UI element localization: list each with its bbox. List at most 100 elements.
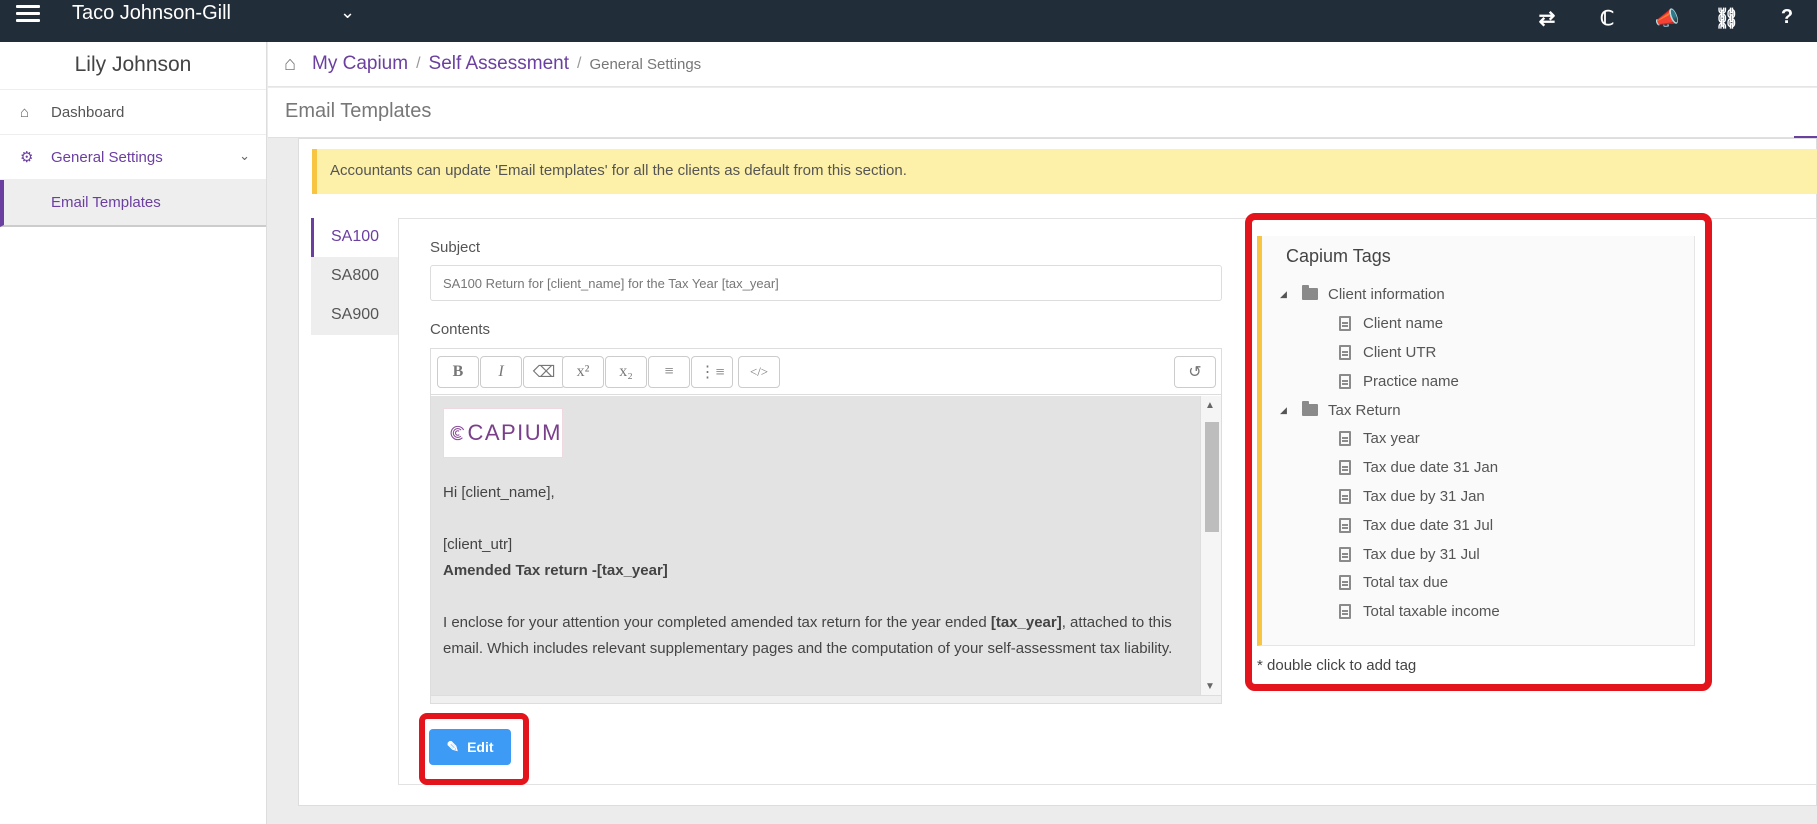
editor-resize-handle[interactable]	[431, 695, 1221, 703]
file-icon	[1339, 517, 1351, 533]
tag-tax-due-by-31-jul[interactable]: Tax due by 31 Jul	[1339, 542, 1480, 566]
tag-tax-due-by-31-jan[interactable]: Tax due by 31 Jan	[1339, 484, 1485, 508]
tab-sa100[interactable]: SA100	[311, 218, 399, 257]
announcement-icon[interactable]: 📣	[1637, 6, 1697, 32]
tag-label: Practice name	[1363, 372, 1459, 390]
scrollbar-thumb[interactable]	[1205, 422, 1219, 532]
tag-group-client-information[interactable]: ◢ Client information	[1280, 282, 1445, 306]
subscript-button[interactable]: x₂	[605, 356, 647, 388]
superscript-button[interactable]: x²	[562, 356, 604, 388]
contents-label: Contents	[430, 321, 491, 338]
tag-client-name[interactable]: Client name	[1339, 311, 1443, 335]
bold-button[interactable]: B	[437, 356, 479, 388]
tag-label: Total tax due	[1363, 573, 1449, 591]
menu-icon[interactable]	[16, 5, 40, 25]
capium-tags-panel: Capium Tags ◢ Client information Client …	[1257, 236, 1695, 646]
home-icon: ⌂	[20, 103, 30, 121]
page-title-bar: Email Templates	[268, 88, 1817, 139]
transfer-icon[interactable]: ⇄	[1517, 6, 1577, 32]
help-icon[interactable]: ?	[1757, 6, 1817, 32]
sidebar-item-label: General Settings	[51, 148, 163, 166]
subject-input[interactable]	[430, 265, 1222, 301]
tag-client-utr[interactable]: Client UTR	[1339, 340, 1436, 364]
file-icon	[1339, 546, 1351, 562]
rich-text-editor: B I ⌫ x² x₂ ≡ ⋮≡ </> ↺ CAPIUM Hi [client	[430, 348, 1222, 704]
tag-total-taxable-income[interactable]: Total taxable income	[1339, 599, 1500, 623]
subject-label: Subject	[430, 239, 481, 256]
undo-icon[interactable]: ↺	[1174, 356, 1216, 388]
tag-tax-due-date-31-jan[interactable]: Tax due date 31 Jan	[1339, 455, 1498, 479]
tag-label: Client UTR	[1363, 343, 1437, 361]
tag-tax-due-date-31-jul[interactable]: Tax due date 31 Jul	[1339, 513, 1493, 537]
logo-text: CAPIUM	[467, 420, 562, 445]
file-icon	[1339, 488, 1351, 504]
file-icon	[1339, 459, 1351, 475]
tag-label: Client name	[1363, 314, 1444, 332]
bullet-list-icon[interactable]: ≡	[648, 356, 690, 388]
editor-content[interactable]: CAPIUM Hi [client_name], [client_utr] Am…	[431, 396, 1200, 696]
edit-button[interactable]: ✎ Edit	[429, 729, 511, 765]
breadcrumb-separator: /	[416, 55, 421, 72]
tag-total-tax-due[interactable]: Total tax due	[1339, 570, 1448, 594]
toolbar-group-code: </>	[738, 356, 781, 388]
numbered-list-icon[interactable]: ⋮≡	[691, 356, 733, 388]
breadcrumb-my-capium[interactable]: My Capium	[312, 53, 408, 75]
sidebar-item-label: Dashboard	[51, 103, 125, 121]
folder-icon	[1302, 401, 1318, 416]
email-paragraph-tag: [tax_year]	[990, 614, 1062, 631]
editor-scrollbar[interactable]: ▲ ▼	[1200, 396, 1221, 696]
scroll-up-icon[interactable]: ▲	[1205, 400, 1215, 411]
tag-label: Tax due date 31 Jul	[1363, 516, 1494, 534]
cogs-icon: ⚙	[20, 149, 34, 166]
tag-label: Total taxable income	[1363, 602, 1500, 620]
edit-icon: ✎	[446, 739, 460, 756]
breadcrumb-current: General Settings	[589, 55, 702, 73]
sidebar-subitem-label: Email Templates	[51, 194, 161, 211]
tags-title: Capium Tags	[1286, 246, 1391, 266]
practice-name[interactable]: Taco Johnson-Gill	[72, 2, 231, 25]
tag-group-label: Client information	[1328, 285, 1445, 303]
chevron-down-icon: ⌄	[239, 148, 250, 163]
top-icons: ⇄ ℂ 📣 ⛓ ?	[1517, 6, 1817, 32]
sidebar-item-general-settings[interactable]: ⚙ General Settings ⌄	[0, 135, 266, 180]
toolbar-group-script: x² x₂	[562, 356, 648, 388]
email-greeting: Hi [client_name],	[443, 484, 555, 501]
tag-practice-name[interactable]: Practice name	[1339, 369, 1459, 393]
email-paragraph: I enclose for your attention your comple…	[443, 610, 1188, 662]
code-view-icon[interactable]: </>	[738, 356, 780, 388]
folder-icon	[1302, 285, 1318, 300]
tag-label: Tax due by 31 Jul	[1363, 545, 1480, 563]
tags-hint: * double click to add tag	[1257, 657, 1417, 674]
home-icon[interactable]: ⌂	[284, 53, 306, 76]
tree-toggle-icon[interactable]: ◢	[1280, 405, 1302, 416]
tag-label: Tax year	[1363, 429, 1420, 447]
template-tabs: SA100 SA800 SA900	[311, 218, 399, 335]
file-icon	[1339, 344, 1351, 360]
tag-tax-year[interactable]: Tax year	[1339, 426, 1420, 450]
tab-sa800[interactable]: SA800	[311, 257, 399, 296]
ticket-icon[interactable]: ⛓	[1697, 6, 1757, 32]
scroll-down-icon[interactable]: ▼	[1205, 681, 1215, 692]
tree-toggle-icon[interactable]: ◢	[1280, 289, 1302, 300]
capium-logo: CAPIUM	[443, 408, 563, 458]
email-utr: [client_utr]	[443, 536, 513, 553]
eraser-icon[interactable]: ⌫	[523, 356, 565, 388]
page-title: Email Templates	[285, 100, 432, 122]
sidebar-item-email-templates[interactable]: Email Templates	[0, 180, 266, 227]
sidebar-item-dashboard[interactable]: ⌂ Dashboard	[0, 90, 266, 135]
user-name: Lily Johnson	[0, 42, 266, 90]
file-icon	[1339, 315, 1351, 331]
tag-group-tax-return[interactable]: ◢ Tax Return	[1280, 398, 1401, 422]
toolbar-group-lists: ≡ ⋮≡	[648, 356, 734, 388]
italic-button[interactable]: I	[480, 356, 522, 388]
capium-logo-mark	[450, 425, 465, 441]
file-icon	[1339, 603, 1351, 619]
file-icon	[1339, 574, 1351, 590]
capium-icon[interactable]: ℂ	[1577, 6, 1637, 32]
sidebar: Lily Johnson ⌂ Dashboard ⚙ General Setti…	[0, 42, 267, 824]
toolbar-group-style: B I ⌫	[437, 356, 566, 388]
tab-sa900[interactable]: SA900	[311, 296, 399, 335]
chevron-down-icon[interactable]: ⌄	[340, 2, 355, 23]
breadcrumb-self-assessment[interactable]: Self Assessment	[429, 53, 569, 75]
toolbar-group-undo: ↺	[1174, 356, 1217, 388]
